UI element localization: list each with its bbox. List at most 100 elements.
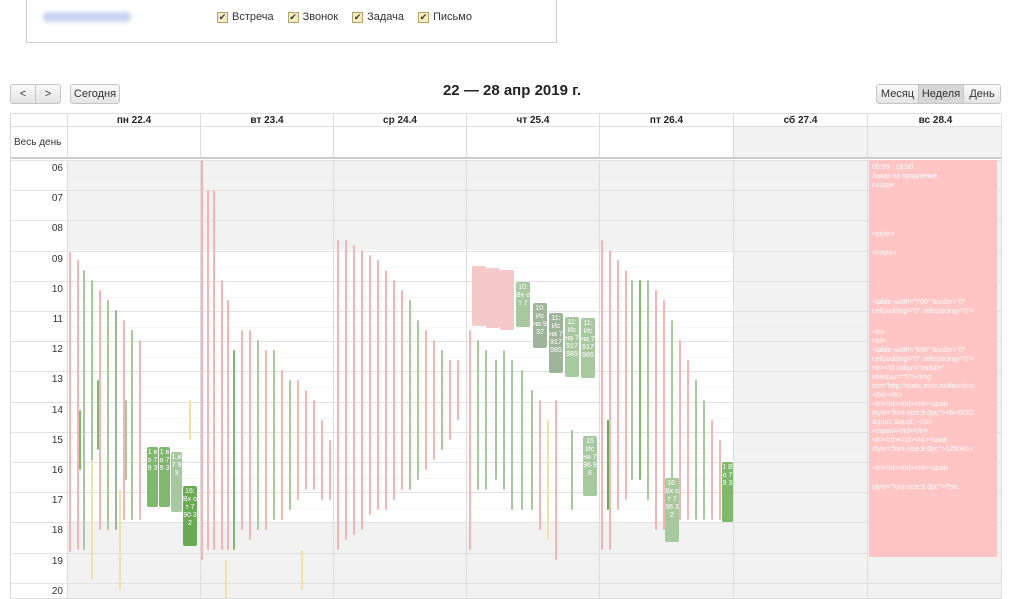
calendar-event-bar[interactable] xyxy=(539,400,541,530)
all-day-cell[interactable] xyxy=(333,127,466,157)
calendar-event-bar[interactable] xyxy=(201,160,203,560)
user-name-blurred[interactable] xyxy=(43,12,131,22)
calendar-event[interactable]: 1 в о 7 9 3 xyxy=(147,447,158,507)
calendar-event-bar[interactable] xyxy=(329,440,331,500)
calendar-event-bar[interactable] xyxy=(361,250,363,530)
day-header[interactable]: вс 28.4 xyxy=(867,114,1001,127)
calendar-event-bar[interactable] xyxy=(687,360,689,520)
hour-row[interactable]: 14 xyxy=(11,401,1001,432)
calendar-event-bar[interactable] xyxy=(119,490,121,590)
calendar-event-bar[interactable] xyxy=(449,360,451,440)
calendar-event-bar[interactable] xyxy=(385,270,387,510)
hour-row[interactable]: 18 xyxy=(11,522,1001,552)
calendar-event[interactable]: 10: Ис на 937 xyxy=(533,303,547,348)
calendar-event-bar[interactable] xyxy=(79,410,81,470)
calendar-event-bar[interactable] xyxy=(281,370,283,520)
calendar-event-bar[interactable] xyxy=(233,350,235,550)
next-week-button[interactable]: > xyxy=(35,84,61,104)
calendar-event-bar[interactable] xyxy=(241,330,243,530)
calendar-event-bar[interactable] xyxy=(555,400,557,560)
calendar-event-bar[interactable] xyxy=(369,255,371,515)
calendar-event-bar[interactable] xyxy=(521,370,523,510)
calendar-event-bar[interactable] xyxy=(83,270,85,550)
filter-task[interactable]: ✔ Задача xyxy=(352,11,404,23)
day-header[interactable]: сб 27.4 xyxy=(733,114,867,127)
calendar-event-bar[interactable] xyxy=(297,380,299,500)
calendar-event-bar[interactable] xyxy=(345,240,347,540)
calendar-event-bar[interactable] xyxy=(273,350,275,520)
calendar-event-bar[interactable] xyxy=(221,280,223,550)
calendar-event-bar[interactable] xyxy=(647,280,649,500)
calendar-event[interactable]: 11: Ис на 7 917 985 xyxy=(565,317,579,377)
calendar-event-bar[interactable] xyxy=(433,340,435,460)
calendar-event-bar[interactable] xyxy=(703,400,705,520)
hour-row[interactable]: 07 xyxy=(11,190,1001,220)
day-header[interactable]: пн 22.4 xyxy=(67,114,200,127)
calendar-event-bar[interactable] xyxy=(695,380,697,520)
calendar-event-bar[interactable] xyxy=(639,280,641,480)
calendar-event[interactable]: 11: Ис на 7 917 985 xyxy=(581,318,595,378)
calendar-event-bar[interactable] xyxy=(511,360,513,510)
calendar-event-bar[interactable] xyxy=(99,290,101,530)
calendar-event-bar[interactable] xyxy=(425,330,427,470)
renewal-order-event[interactable]: 05:59 - 18:00 Заказ на продление создан <s… xyxy=(869,160,997,557)
calendar-event[interactable]: 10: Вх от 7 xyxy=(516,282,530,327)
calendar-event-bar[interactable] xyxy=(265,350,267,530)
filter-call[interactable]: ✔ Звонок xyxy=(287,11,338,23)
calendar-event-bar[interactable] xyxy=(469,330,471,550)
calendar-event-bar[interactable] xyxy=(97,380,99,450)
calendar-event-bar[interactable] xyxy=(249,330,251,540)
calendar-event[interactable]: 1 в о 7 9 3 xyxy=(159,447,170,507)
calendar-event-bar[interactable] xyxy=(571,430,573,510)
calendar-event-bar[interactable] xyxy=(531,390,533,510)
calendar-event-bar[interactable] xyxy=(69,252,71,552)
all-day-cell[interactable] xyxy=(200,127,333,157)
calendar-event-bar[interactable] xyxy=(313,400,315,490)
all-day-cell[interactable] xyxy=(67,127,200,157)
calendar-event-bar[interactable] xyxy=(441,350,443,450)
calendar-event-bar[interactable] xyxy=(495,360,497,480)
calendar-event-bar[interactable] xyxy=(409,300,411,490)
view-day-button[interactable]: День xyxy=(963,84,1001,104)
calendar-event[interactable] xyxy=(472,266,486,326)
calendar-event-bar[interactable] xyxy=(227,300,229,550)
day-header[interactable]: ср 24.4 xyxy=(333,114,466,127)
calendar-event-bar[interactable] xyxy=(393,280,395,500)
calendar-event[interactable]: 16: Вх от 7 96 32 xyxy=(665,478,679,542)
calendar-event-bar[interactable] xyxy=(631,280,633,480)
hour-row[interactable]: 12 xyxy=(11,341,1001,371)
calendar-event-bar[interactable] xyxy=(401,290,403,490)
all-day-cell[interactable] xyxy=(733,127,867,157)
view-week-button[interactable]: Неделя xyxy=(918,84,964,104)
calendar-event-bar[interactable] xyxy=(377,260,379,510)
calendar-event-bar[interactable] xyxy=(337,240,339,550)
calendar-event-bar[interactable] xyxy=(457,360,459,420)
calendar-event-bar[interactable] xyxy=(115,310,117,530)
calendar-event-bar[interactable] xyxy=(139,340,141,520)
calendar-event-bar[interactable] xyxy=(601,240,603,550)
today-button[interactable]: Сегодня xyxy=(70,84,120,104)
all-day-cell[interactable] xyxy=(599,127,733,157)
all-day-cell[interactable] xyxy=(867,127,1001,157)
day-header[interactable]: чт 25.4 xyxy=(466,114,599,127)
calendar-event-bar[interactable] xyxy=(711,420,713,520)
calendar-event[interactable]: 15 Ис на 7 96 98 xyxy=(583,436,597,496)
calendar-event-bar[interactable] xyxy=(77,260,79,550)
calendar-event-bar[interactable] xyxy=(719,440,721,520)
calendar-event[interactable] xyxy=(500,270,514,330)
view-month-button[interactable]: Месяц xyxy=(876,84,919,104)
checkbox-icon[interactable]: ✔ xyxy=(352,11,364,23)
calendar-event-bar[interactable] xyxy=(131,330,133,520)
calendar-event[interactable]: 11: Ис на 7 917 985 xyxy=(549,313,563,373)
prev-week-button[interactable]: < xyxy=(10,84,36,104)
filter-meeting[interactable]: ✔ Встреча xyxy=(217,11,274,23)
calendar-event-bar[interactable] xyxy=(257,340,259,530)
calendar-event-bar[interactable] xyxy=(477,340,479,490)
calendar-event-bar[interactable] xyxy=(305,390,307,490)
calendar-event-bar[interactable] xyxy=(91,460,93,580)
calendar-event-bar[interactable] xyxy=(125,400,127,480)
calendar-event[interactable] xyxy=(486,268,500,328)
filter-letter[interactable]: ✔ Письмо xyxy=(418,11,472,23)
checkbox-icon[interactable]: ✔ xyxy=(418,11,429,23)
day-header[interactable]: вт 23.4 xyxy=(200,114,333,127)
